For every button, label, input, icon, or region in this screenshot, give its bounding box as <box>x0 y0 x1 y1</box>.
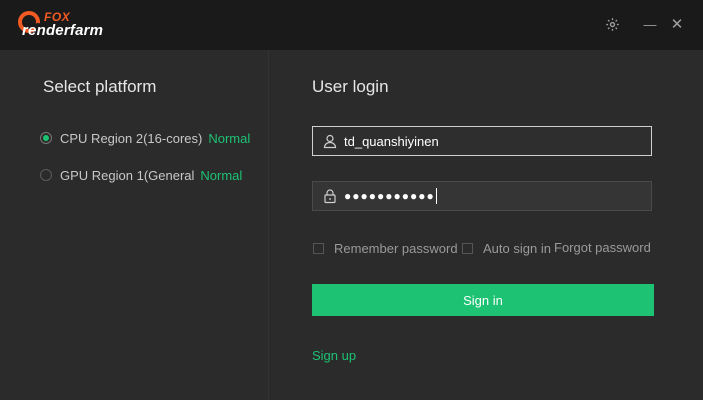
platform-status: Normal <box>200 167 243 183</box>
platform-panel: Select platform CPU Region 2(16-cores) N… <box>0 50 269 400</box>
platform-name: CPU Region 2(16-cores) <box>60 130 203 146</box>
app-logo: FOX renderfarm <box>18 10 158 42</box>
login-title: User login <box>312 77 389 96</box>
sign-in-button[interactable]: Sign in <box>312 284 654 316</box>
platform-item-gpu-region-1[interactable]: GPU Region 1(General Normal <box>40 166 242 184</box>
user-icon <box>323 134 337 149</box>
title-bar[interactable]: FOX renderfarm — ✕ <box>0 0 703 50</box>
username-field[interactable] <box>312 126 652 156</box>
auto-signin-option[interactable]: Auto sign in <box>462 240 551 256</box>
password-mask: ●●●●●●●●●●● <box>344 189 435 203</box>
platform-title: Select platform <box>43 77 157 96</box>
radio-unselected-icon[interactable] <box>40 169 52 181</box>
logo-text-bottom: renderfarm <box>22 22 104 39</box>
platform-status: Normal <box>208 130 251 146</box>
username-input[interactable] <box>344 133 634 149</box>
password-input[interactable]: ●●●●●●●●●●● <box>344 187 437 205</box>
platform-item-cpu-region-2[interactable]: CPU Region 2(16-cores) Normal <box>40 129 250 147</box>
close-button[interactable]: ✕ <box>667 14 687 34</box>
minimize-icon: — <box>643 16 657 32</box>
auto-signin-label: Auto sign in <box>483 240 551 256</box>
sign-up-link[interactable]: Sign up <box>312 348 356 363</box>
password-field[interactable]: ●●●●●●●●●●● <box>312 181 652 211</box>
login-panel: User login ●●●●●●●●●●● Remember password <box>269 50 703 400</box>
remember-password-checkbox[interactable] <box>313 242 324 254</box>
forgot-password-link[interactable]: Forgot password <box>554 240 651 255</box>
login-window: FOX renderfarm — ✕ Select platform CPU R… <box>0 0 703 400</box>
auto-signin-checkbox[interactable] <box>462 242 473 254</box>
lock-icon <box>324 189 336 204</box>
settings-button[interactable] <box>602 14 622 34</box>
platform-name: GPU Region 1(General <box>60 167 195 183</box>
close-icon: ✕ <box>670 16 684 33</box>
text-caret <box>435 187 437 204</box>
remember-password-label: Remember password <box>334 240 458 256</box>
gear-icon <box>605 17 619 31</box>
radio-selected-icon[interactable] <box>40 132 52 144</box>
minimize-button[interactable]: — <box>640 14 660 34</box>
remember-password-option[interactable]: Remember password <box>313 240 458 256</box>
